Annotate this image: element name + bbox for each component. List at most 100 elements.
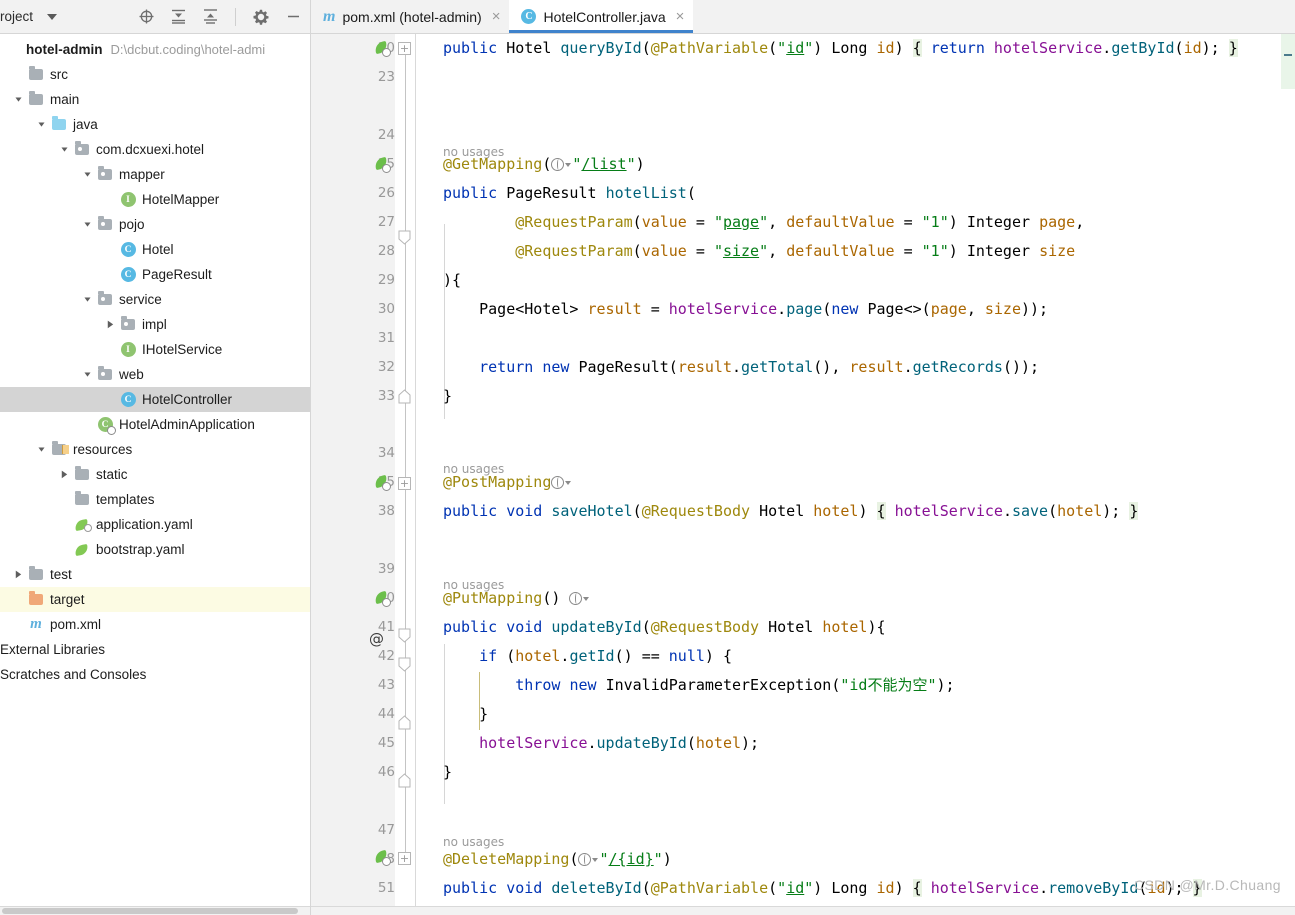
package-icon [72,141,92,155]
annotation-gutter-icon[interactable]: @ [369,630,384,648]
code-line-48: public void deleteById(@PathVariable("id… [443,879,1202,897]
spring-bean-gutter-icon[interactable] [375,591,391,607]
tree-item-impl[interactable]: impl [0,312,310,337]
tree-item-hotel[interactable]: C Hotel [0,237,310,262]
chevron-down-icon[interactable] [10,95,26,104]
tree-item-hoteladminapplication[interactable]: C HotelAdminApplication [0,412,310,437]
tree-item-mapper[interactable]: mapper [0,162,310,187]
tree-root-hotel-admin[interactable]: hotel-admin D:\dcbut.coding\hotel-admi [0,37,310,62]
chevron-right-icon[interactable] [102,320,118,329]
editor-gutter[interactable]: 20 23 24 25 26 27 28 29 30 31 32 33 34 3… [311,34,395,915]
maven-icon: m [323,7,336,25]
tree-item-application-yaml[interactable]: application.yaml [0,512,310,537]
fold-collapse-end-icon[interactable] [398,389,411,404]
tree-item-pojo[interactable]: pojo [0,212,310,237]
tree-item-label: pojo [119,217,145,232]
tree-item-pageresult[interactable]: C PageResult [0,262,310,287]
code-line-41: if (hotel.getId() == null) { [479,647,732,665]
tree-item-label: test [50,567,72,582]
chevron-right-icon[interactable] [10,570,26,579]
chevron-down-icon[interactable] [33,445,49,454]
horizontal-scrollbar[interactable] [2,908,298,914]
tab-pom-xml[interactable]: m pom.xml (hotel-admin) × [311,0,510,33]
tree-item-pom-xml[interactable]: m pom.xml [0,612,310,637]
spring-bean-gutter-icon[interactable] [375,157,391,173]
tree-item-test[interactable]: test [0,562,310,587]
resources-folder-icon [49,441,69,455]
code-folding-strip[interactable]: + + + [395,34,416,915]
tree-item-label: main [50,92,80,107]
tree-item-src[interactable]: src [0,62,310,87]
tree-item-bootstrap-yaml[interactable]: bootstrap.yaml [0,537,310,562]
hide-panel-icon[interactable] [284,8,302,26]
chevron-down-icon[interactable] [79,220,95,229]
toolbar-divider [235,7,236,26]
folder-source-icon [49,116,69,130]
java-interface-icon: I [118,192,138,207]
close-icon[interactable]: × [492,9,501,24]
chevron-down-icon[interactable] [56,145,72,154]
collapse-all-icon[interactable] [201,8,219,26]
chevron-down-icon[interactable] [79,295,95,304]
chevron-down-icon[interactable] [79,170,95,179]
tree-item-label: HotelMapper [142,192,220,207]
main-content: hotel-admin D:\dcbut.coding\hotel-admi s… [0,34,1295,915]
code-line-29: Page<Hotel> result = hotelService.page(n… [479,300,1049,318]
spring-boot-class-icon: C [95,417,116,435]
chevron-down-icon[interactable] [47,13,58,20]
tree-item-java[interactable]: java [0,112,310,137]
expand-all-icon[interactable] [169,8,187,26]
fold-collapse-start-icon[interactable] [398,628,411,643]
close-icon[interactable]: × [676,9,685,24]
fold-expand-icon[interactable]: + [398,42,411,55]
scrollbar-marker[interactable] [1281,34,1295,89]
tree-item-com-dcxuexi-hotel[interactable]: com.dcxuexi.hotel [0,137,310,162]
tree-item-templates[interactable]: templates [0,487,310,512]
spring-bean-gutter-icon[interactable] [375,475,391,491]
line-number: 32 [377,359,395,375]
spring-bean-gutter-icon[interactable] [375,41,391,57]
tree-item-label: bootstrap.yaml [96,542,185,557]
fold-expand-icon[interactable]: + [398,477,411,490]
package-icon [118,316,138,330]
tree-item-label: templates [96,492,155,507]
tab-hotelcontroller-java[interactable]: C HotelController.java × [509,0,694,33]
folder-icon [26,66,46,80]
project-panel-title[interactable]: roject [0,9,33,24]
settings-gear-icon[interactable] [252,8,270,26]
tree-item-hotelmapper[interactable]: I HotelMapper [0,187,310,212]
tree-item-scratches-and-consoles[interactable]: Scratches and Consoles [0,662,310,687]
web-endpoint-icon [569,592,583,605]
fold-expand-icon[interactable]: + [398,852,411,865]
tree-item-resources[interactable]: resources [0,437,310,462]
tree-item-label: web [119,367,144,382]
tree-item-service[interactable]: service [0,287,310,312]
code-editor[interactable]: 20 23 24 25 26 27 28 29 30 31 32 33 34 3… [311,34,1295,915]
fold-collapse-end-icon[interactable] [398,715,411,730]
code-line-24: @GetMapping("/list") [443,155,645,173]
tree-item-target[interactable]: target [0,587,310,612]
fold-collapse-start-icon[interactable] [398,230,411,245]
chevron-down-icon[interactable] [79,370,95,379]
tree-item-ihotelservice[interactable]: I IHotelService [0,337,310,362]
fold-collapse-start-icon[interactable] [398,657,411,672]
scrollbar-tick[interactable] [1284,54,1292,56]
chevron-down-icon[interactable] [33,120,49,129]
line-number: 41 [377,619,395,635]
tree-item-label: IHotelService [142,342,223,357]
locate-icon[interactable] [137,8,155,26]
tree-item-static[interactable]: static [0,462,310,487]
tree-item-external-libraries[interactable]: External Libraries [0,637,310,662]
folder-excluded-icon [26,591,46,605]
line-number: 29 [377,272,395,288]
code-text-area[interactable]: public Hotel queryById(@PathVariable("id… [416,34,1295,915]
code-line-31: return new PageResult(result.getTotal(),… [479,358,1040,376]
fold-collapse-end-icon[interactable] [398,773,411,788]
tree-item-label: HotelAdminApplication [119,417,255,432]
tree-item-main[interactable]: main [0,87,310,112]
chevron-right-icon[interactable] [56,470,72,479]
spring-bean-gutter-icon[interactable] [375,850,391,866]
tree-item-label: resources [73,442,133,457]
tree-item-web[interactable]: web [0,362,310,387]
tree-item-hotelcontroller[interactable]: C HotelController [0,387,310,412]
